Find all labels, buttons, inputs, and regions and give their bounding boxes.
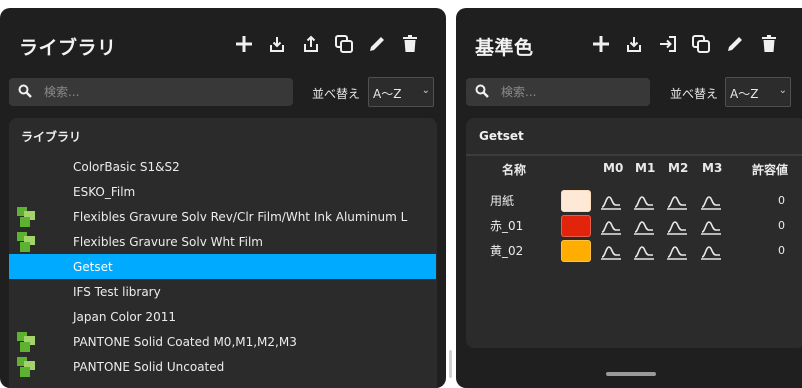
- standard-sort-value: A〜Z: [730, 87, 759, 101]
- color-swatch: [561, 190, 591, 212]
- chevron-down-icon: ⌄: [778, 85, 787, 96]
- library-sort-label: 並べ替え: [312, 87, 361, 101]
- spectral-curve-icon[interactable]: [600, 191, 622, 211]
- standard-sort-select[interactable]: A〜Z ⌄: [725, 77, 791, 107]
- chevron-down-icon: ⌄: [421, 85, 430, 96]
- library-search-input[interactable]: [44, 85, 244, 99]
- delete-trash-icon[interactable]: [399, 33, 421, 55]
- spectral-curve-icon[interactable]: [600, 216, 622, 236]
- color-swatch: [561, 240, 591, 262]
- color-name: 用紙: [490, 194, 515, 208]
- library-item-label: ESKO_Film: [73, 184, 136, 199]
- library-list: ライブラリ ColorBasic S1&S2 ESKO_Film Flexibles…: [9, 118, 437, 388]
- sign-in-icon[interactable]: [657, 33, 679, 55]
- standard-colors-title: 基準色: [475, 37, 534, 59]
- table-divider: [466, 154, 802, 156]
- color-name: 黄_02: [490, 244, 524, 258]
- color-name: 赤_01: [490, 219, 524, 233]
- export-icon[interactable]: [300, 33, 322, 55]
- spectral-curve-icon[interactable]: [700, 241, 722, 261]
- library-list-item[interactable]: Getset: [9, 254, 436, 279]
- standard-search-input[interactable]: [501, 85, 621, 99]
- library-list-item[interactable]: ColorBasic S1&S2: [9, 154, 436, 179]
- tolerance-value: 0: [778, 194, 785, 207]
- library-sort-select[interactable]: A〜Z ⌄: [368, 77, 434, 107]
- library-list-item[interactable]: Flexibles Gravure Solv Wht Film: [9, 229, 436, 254]
- library-list-item[interactable]: Flexibles Gravure Solv Rev/Clr Film/Wht …: [9, 204, 436, 229]
- spectral-curve-icon[interactable]: [633, 216, 655, 236]
- table-row[interactable]: 用紙 0: [466, 190, 802, 215]
- column-header: 名称: [502, 163, 527, 177]
- column-header: M3: [702, 161, 723, 175]
- import-icon[interactable]: [623, 33, 645, 55]
- library-swatches-icon: [17, 357, 35, 377]
- column-header: M0: [603, 161, 624, 175]
- spectral-curve-icon[interactable]: [666, 241, 688, 261]
- standard-colors-table: Getset 名称 M0 M1 M2 M3 許容値 用紙 0 赤_01 0 黄_02 0: [466, 118, 802, 348]
- resize-handle[interactable]: [606, 372, 656, 376]
- tolerance-value: 0: [778, 219, 785, 232]
- library-list-header: ライブラリ: [21, 130, 82, 144]
- table-row[interactable]: 赤_01 0: [466, 215, 802, 240]
- library-list-item[interactable]: PANTONE Solid Coated M0,M1,M2,M3: [9, 329, 436, 354]
- library-list-item[interactable]: ESKO_Film: [9, 179, 436, 204]
- library-item-label: PANTONE Solid Coated M0,M1,M2,M3: [73, 334, 297, 349]
- standard-colors-panel: 基準色 並べ替え A〜Z ⌄ Getset 名称M0M1M2M3許容値 用紙0赤…: [456, 8, 802, 388]
- add-icon[interactable]: [233, 33, 255, 55]
- library-search-box[interactable]: [9, 78, 293, 106]
- tolerance-value: 0: [778, 244, 785, 257]
- library-sort-value: A〜Z: [373, 87, 402, 101]
- column-header: M2: [668, 161, 689, 175]
- library-swatches-icon: [17, 332, 35, 352]
- spectral-curve-icon[interactable]: [633, 191, 655, 211]
- add-icon[interactable]: [590, 33, 612, 55]
- library-swatches-icon: [17, 207, 35, 227]
- duplicate-icon[interactable]: [333, 33, 355, 55]
- library-panel: ライブラリ 並べ替え A〜Z ⌄ ライブラリ ColorBasic S1&S2 E…: [0, 8, 446, 388]
- delete-trash-icon[interactable]: [758, 33, 780, 55]
- edit-pencil-icon[interactable]: [366, 33, 388, 55]
- search-icon: [475, 83, 489, 102]
- column-header: 許容値: [752, 163, 789, 177]
- library-list-item[interactable]: Japan Color 2011: [9, 304, 436, 329]
- spectral-curve-icon[interactable]: [700, 216, 722, 236]
- library-item-label: Japan Color 2011: [73, 309, 176, 324]
- column-header: M1: [635, 161, 656, 175]
- standard-search-box[interactable]: [466, 78, 650, 106]
- spectral-curve-icon[interactable]: [600, 241, 622, 261]
- duplicate-icon[interactable]: [690, 33, 712, 55]
- library-item-label: Flexibles Gravure Solv Wht Film: [73, 234, 263, 249]
- spectral-curve-icon[interactable]: [666, 216, 688, 236]
- import-icon[interactable]: [266, 33, 288, 55]
- library-item-label: Flexibles Gravure Solv Rev/Clr Film/Wht …: [73, 209, 408, 224]
- spectral-curve-icon[interactable]: [700, 191, 722, 211]
- standard-sort-label: 並べ替え: [670, 87, 719, 101]
- table-title: Getset: [479, 129, 524, 143]
- spectral-curve-icon[interactable]: [666, 191, 688, 211]
- library-list-item[interactable]: IFS Test library: [9, 279, 436, 304]
- library-item-label: ColorBasic S1&S2: [73, 159, 180, 174]
- color-swatch: [561, 215, 591, 237]
- search-icon: [18, 83, 32, 102]
- spectral-curve-icon[interactable]: [633, 241, 655, 261]
- library-swatches-icon: [17, 232, 35, 252]
- table-row[interactable]: 黄_02 0: [466, 240, 802, 265]
- library-item-label: IFS Test library: [73, 284, 161, 299]
- library-title: ライブラリ: [19, 37, 117, 59]
- library-item-label: Getset: [73, 259, 113, 274]
- library-list-item[interactable]: PANTONE Solid Uncoated: [9, 354, 436, 379]
- scrollbar-thumb[interactable]: [449, 350, 452, 378]
- library-item-label: PANTONE Solid Uncoated: [73, 359, 225, 374]
- edit-pencil-icon[interactable]: [724, 33, 746, 55]
